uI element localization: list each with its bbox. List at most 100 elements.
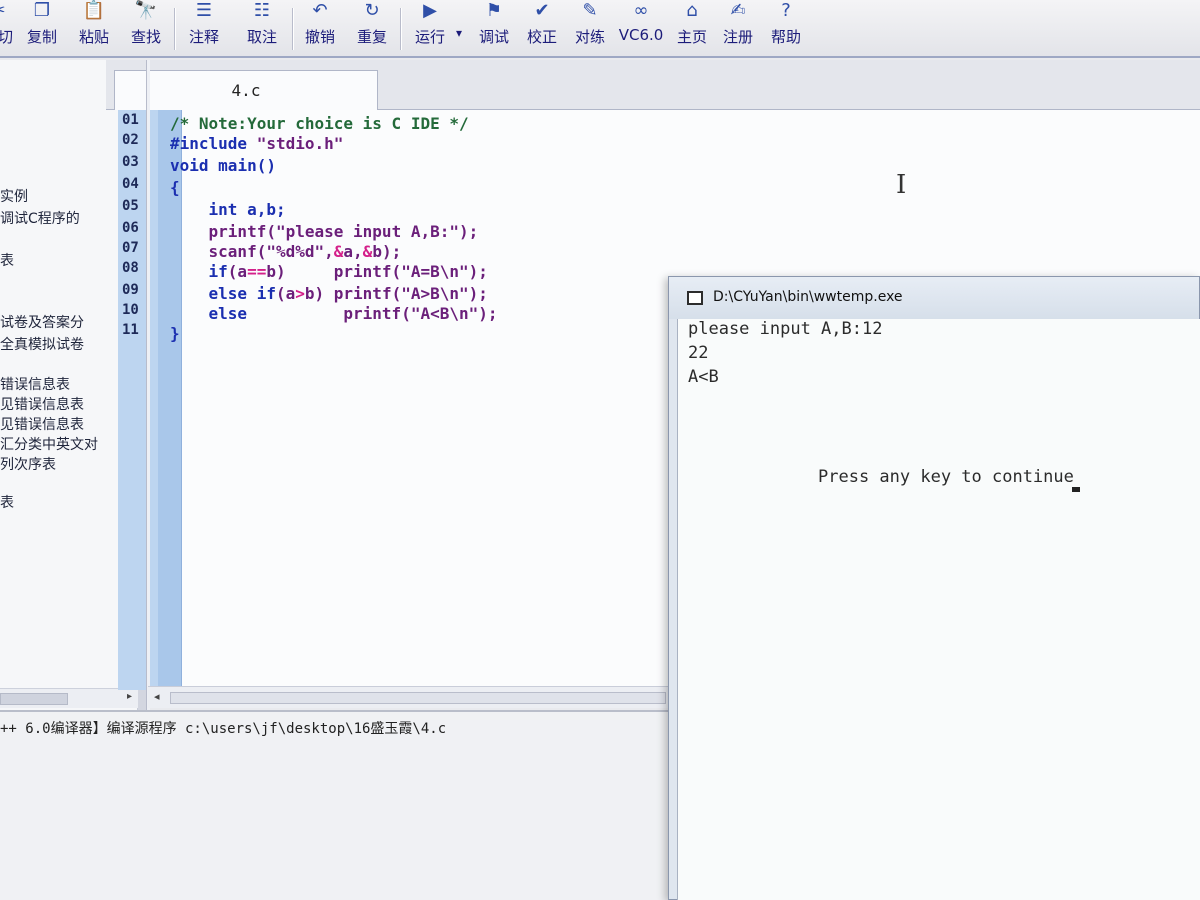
tree-item[interactable]: 全真模拟试卷 bbox=[0, 334, 84, 354]
line-number-gutter bbox=[118, 110, 182, 690]
comment-label: 注释 bbox=[188, 28, 219, 46]
tree-item[interactable]: 列次序表 bbox=[0, 454, 56, 474]
chevron-down-icon: ▾ bbox=[455, 26, 463, 40]
console-title: D:\CYuYan\bin\wwtemp.exe bbox=[713, 289, 903, 305]
help-icon: ? bbox=[781, 0, 791, 21]
toolbar-separator bbox=[174, 8, 176, 50]
code-token: & bbox=[362, 242, 373, 261]
find-button[interactable]: 🔭 查找 bbox=[126, 0, 166, 56]
line-number: 06 bbox=[122, 220, 139, 236]
code-line: } bbox=[170, 324, 180, 343]
console-line: A<B bbox=[688, 367, 719, 387]
console-output[interactable]: please input A,B:12 22 A<B Press any key… bbox=[677, 319, 1200, 900]
debug-label: 调试 bbox=[478, 28, 509, 46]
console-title-bar[interactable]: D:\CYuYan\bin\wwtemp.exe bbox=[669, 277, 1199, 319]
paste-label: 粘贴 bbox=[78, 28, 109, 46]
code-token: , bbox=[324, 242, 334, 261]
line-number: 11 bbox=[122, 322, 139, 338]
code-token: } bbox=[170, 324, 180, 343]
text-cursor-icon: I bbox=[896, 170, 907, 200]
tree-item[interactable]: 表 bbox=[0, 492, 14, 512]
code-token: ); bbox=[468, 262, 488, 281]
code-token: > bbox=[295, 284, 305, 303]
tab-file[interactable]: 4.c bbox=[114, 70, 378, 110]
help-label: 帮助 bbox=[770, 28, 801, 46]
comment-button[interactable]: ☰ 注释 bbox=[184, 0, 224, 56]
code-line: scanf("%d%d",&a,&b); bbox=[170, 242, 402, 261]
code-token: "%d%d" bbox=[266, 242, 325, 261]
code-token: /* Note:Your choice is C IDE */ bbox=[170, 114, 469, 133]
toolbar-separator bbox=[400, 8, 402, 50]
scrollbar-thumb[interactable] bbox=[0, 693, 68, 705]
debug-button[interactable]: ⚑ 调试 bbox=[474, 0, 514, 56]
tree-item[interactable]: 表 bbox=[0, 250, 14, 270]
code-token: printf( bbox=[170, 222, 276, 241]
register-icon: ✍ bbox=[730, 0, 746, 21]
code-token: b) printf( bbox=[304, 284, 402, 303]
code-token: ); bbox=[478, 304, 498, 323]
console-window[interactable]: D:\CYuYan\bin\wwtemp.exe please input A,… bbox=[668, 276, 1200, 900]
gutter-inner bbox=[118, 110, 158, 690]
editor-horizontal-scrollbar[interactable]: ◂ bbox=[148, 686, 668, 708]
vc6-button[interactable]: ∞ VC6.0 bbox=[616, 0, 666, 56]
tree-item[interactable]: 见错误信息表 bbox=[0, 394, 84, 414]
run-icon: ▶ bbox=[423, 0, 437, 21]
console-line: 22 bbox=[688, 343, 709, 363]
run-dropdown-button[interactable]: ▾ bbox=[452, 0, 466, 56]
code-line: printf("please input A,B:"); bbox=[170, 222, 479, 241]
register-label: 注册 bbox=[722, 28, 753, 46]
code-token: (a bbox=[275, 284, 296, 303]
code-token: b); bbox=[372, 242, 402, 261]
code-token: "A>B\n" bbox=[401, 284, 469, 303]
uncomment-icon: ☷ bbox=[253, 0, 271, 21]
code-token: printf( bbox=[247, 304, 411, 323]
scrollbar-thumb[interactable] bbox=[170, 692, 666, 704]
code-token: ); bbox=[468, 284, 488, 303]
output-message: ++ 6.0编译器】编译源程序 c:\users\jf\desktop\16盛玉… bbox=[0, 721, 447, 737]
console-line: please input A,B:12 bbox=[688, 319, 883, 339]
find-icon: 🔭 bbox=[134, 0, 158, 21]
line-number: 09 bbox=[122, 282, 139, 298]
cut-button[interactable]: ✂ 剪切 bbox=[0, 0, 18, 56]
check-button[interactable]: ✔ 校正 bbox=[522, 0, 562, 56]
editor-left-border bbox=[146, 60, 150, 710]
register-button[interactable]: ✍ 注册 bbox=[718, 0, 758, 56]
code-token: main() bbox=[218, 156, 276, 175]
code-token: a,b; bbox=[247, 200, 286, 219]
tree-item[interactable]: 实例 bbox=[0, 186, 28, 206]
line-number: 01 bbox=[122, 112, 139, 128]
code-line: #include "stdio.h" bbox=[170, 134, 343, 153]
code-line: else printf("A<B\n"); bbox=[170, 304, 498, 323]
scroll-left-arrow-icon[interactable]: ◂ bbox=[154, 690, 160, 703]
tree-item[interactable]: 汇分类中英文对 bbox=[0, 434, 98, 454]
code-token: ); bbox=[459, 222, 479, 241]
vc6-label: VC6.0 bbox=[618, 26, 664, 44]
uncomment-button[interactable]: ☷ 取注 bbox=[242, 0, 282, 56]
copy-icon: ❐ bbox=[33, 0, 51, 21]
find-label: 查找 bbox=[130, 28, 161, 46]
redo-button[interactable]: ↻ 重复 bbox=[352, 0, 392, 56]
help-button[interactable]: ? 帮助 bbox=[766, 0, 806, 56]
code-token: "A=B\n" bbox=[401, 262, 469, 281]
copy-button[interactable]: ❐ 复制 bbox=[22, 0, 62, 56]
uncomment-label: 取注 bbox=[246, 28, 277, 46]
code-token: else bbox=[170, 284, 257, 303]
tree-item[interactable]: 见错误信息表 bbox=[0, 414, 84, 434]
code-token: if bbox=[256, 284, 276, 303]
tree-item[interactable]: 调试C程序的 bbox=[0, 208, 80, 228]
comment-icon: ☰ bbox=[195, 0, 213, 21]
copy-label: 复制 bbox=[26, 28, 57, 46]
run-label: 运行 bbox=[414, 28, 445, 46]
tree-item[interactable]: 试卷及答案分 bbox=[0, 312, 84, 332]
line-number: 05 bbox=[122, 198, 139, 214]
code-line: if(a==b) printf("A=B\n"); bbox=[170, 262, 488, 281]
code-token: b) printf( bbox=[266, 262, 402, 281]
line-number: 02 bbox=[122, 132, 139, 148]
undo-button[interactable]: ↶ 撤销 bbox=[300, 0, 340, 56]
home-button[interactable]: ⌂ 主页 bbox=[672, 0, 712, 56]
practice-button[interactable]: ✎ 对练 bbox=[570, 0, 610, 56]
redo-label: 重复 bbox=[356, 28, 387, 46]
tree-item[interactable]: 错误信息表 bbox=[0, 374, 70, 394]
run-button[interactable]: ▶ 运行 bbox=[410, 0, 450, 56]
paste-button[interactable]: 📋 粘贴 bbox=[74, 0, 114, 56]
